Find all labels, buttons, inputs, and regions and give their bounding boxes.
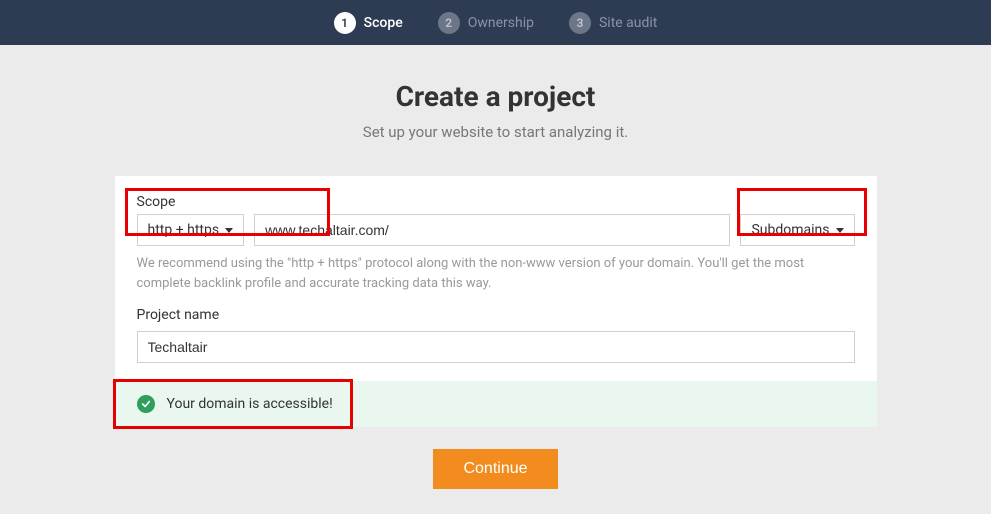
step-ownership[interactable]: 2 Ownership: [438, 12, 534, 34]
page-title: Create a project: [0, 80, 991, 113]
continue-button[interactable]: Continue: [433, 449, 557, 489]
scope-row: Scope http + https Subdomains: [137, 194, 855, 246]
chevron-down-icon: [225, 228, 233, 233]
stepper-bar: 1 Scope 2 Ownership 3 Site audit: [0, 0, 991, 45]
step-label-scope: Scope: [364, 15, 403, 31]
step-circle-3: 3: [569, 12, 591, 34]
project-form-card: Scope http + https Subdomains We recomme…: [115, 176, 877, 427]
chevron-down-icon: [836, 228, 844, 233]
status-text: Your domain is accessible!: [167, 396, 333, 412]
step-circle-1: 1: [334, 12, 356, 34]
project-name-section: Project name: [137, 307, 855, 363]
status-banner: Your domain is accessible!: [115, 381, 877, 427]
step-label-site-audit: Site audit: [599, 15, 657, 31]
subdomains-dropdown[interactable]: Subdomains: [740, 214, 854, 246]
scope-left: Scope http + https: [137, 194, 245, 246]
project-name-label: Project name: [137, 307, 855, 323]
subdomains-dropdown-value: Subdomains: [751, 222, 829, 238]
page-subtitle: Set up your website to start analyzing i…: [0, 123, 991, 141]
protocol-dropdown-value: http + https: [148, 222, 220, 238]
scope-label: Scope: [137, 194, 245, 210]
step-label-ownership: Ownership: [468, 15, 534, 31]
url-input[interactable]: [254, 214, 730, 246]
project-name-input[interactable]: [137, 331, 855, 363]
subdomains-wrap: Subdomains: [740, 214, 854, 246]
step-circle-2: 2: [438, 12, 460, 34]
step-site-audit[interactable]: 3 Site audit: [569, 12, 657, 34]
check-circle-icon: [137, 395, 155, 413]
recommend-text: We recommend using the "http + https" pr…: [137, 254, 855, 293]
protocol-dropdown[interactable]: http + https: [137, 214, 245, 246]
step-scope[interactable]: 1 Scope: [334, 12, 403, 34]
